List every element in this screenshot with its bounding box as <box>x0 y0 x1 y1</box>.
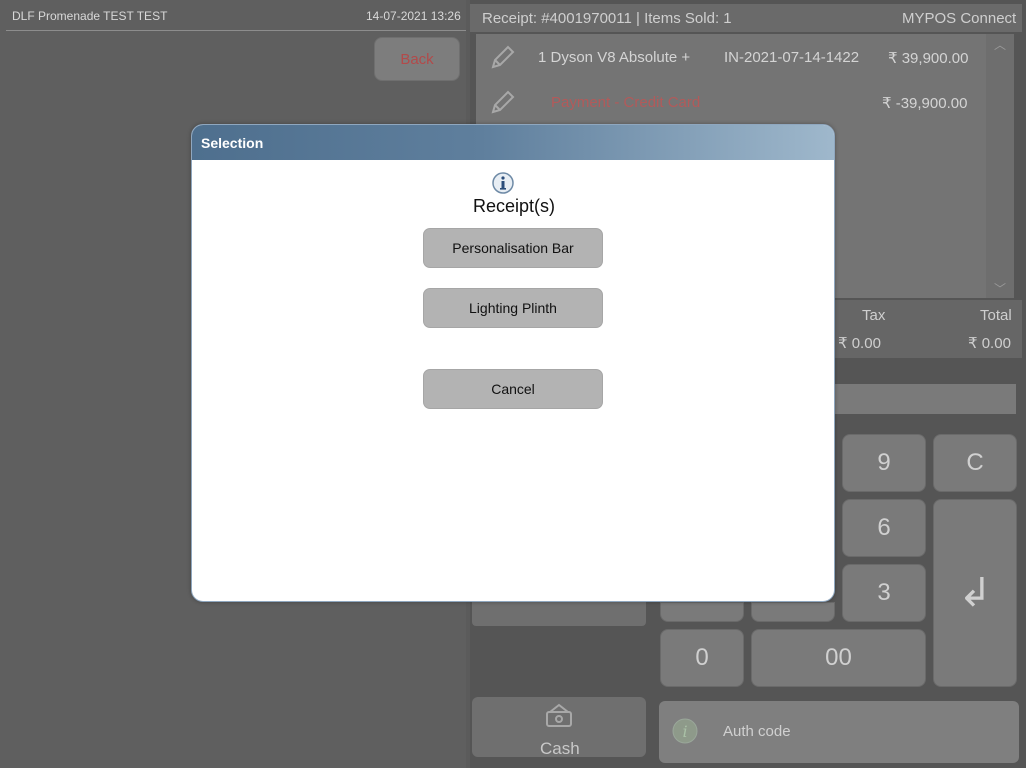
key-00[interactable]: 00 <box>751 629 926 687</box>
tax-label: Tax <box>862 307 886 324</box>
scroll-down-icon[interactable]: ﹀ <box>986 280 1014 297</box>
svg-text:i: i <box>682 722 687 741</box>
divider <box>6 30 466 31</box>
receipt-line[interactable]: 1 Dyson V8 Absolute + IN-2021-07-14-1422… <box>476 36 986 80</box>
line-amount: ₹ -39,900.00 <box>882 95 968 112</box>
option-lighting-plinth-button[interactable]: Lighting Plinth <box>423 288 603 328</box>
auth-code-placeholder: Auth code <box>723 723 791 740</box>
datetime: 14-07-2021 13:26 <box>366 9 461 23</box>
line-code: IN-2021-07-14-1422 <box>724 49 860 66</box>
cash-button[interactable]: Cash <box>472 697 646 758</box>
line-amount: ₹ 39,900.00 <box>888 50 969 67</box>
dialog-heading: Receipt(s) <box>472 196 556 216</box>
line-description: 1 Dyson V8 Absolute + <box>538 49 691 66</box>
key-clear[interactable]: C <box>933 434 1017 492</box>
cancel-button[interactable]: Cancel <box>423 369 603 409</box>
brand-label: MYPOS Connect <box>902 10 1017 27</box>
info-icon <box>492 172 514 194</box>
payment-description: Payment - Credit Card <box>551 94 701 111</box>
cash-label: Cash <box>540 739 580 758</box>
store-name: DLF Promenade TEST TEST <box>12 9 168 23</box>
key-1[interactable] <box>660 602 744 622</box>
option-personalisation-bar-button[interactable]: Personalisation Bar <box>423 228 603 268</box>
amount-input[interactable] <box>830 384 1016 414</box>
receipt-line[interactable]: Payment - Credit Card ₹ -39,900.00 <box>476 81 986 125</box>
tax-value: ₹ 0.00 <box>838 335 881 352</box>
cash-icon <box>544 703 574 729</box>
selection-dialog: Selection Receipt(s) Personalisation Bar… <box>191 124 835 602</box>
key-0[interactable]: 0 <box>660 629 744 687</box>
dialog-title-bar: Selection <box>192 125 834 160</box>
total-label: Total <box>980 307 1012 324</box>
back-button[interactable]: Back <box>374 37 460 81</box>
edit-pencil-icon[interactable] <box>486 40 520 74</box>
info-icon: i <box>671 717 699 745</box>
key-6[interactable]: 6 <box>842 499 926 557</box>
total-value: ₹ 0.00 <box>968 335 1011 352</box>
receipt-scrollbar[interactable]: ︿ ﹀ <box>986 34 1014 298</box>
scroll-up-icon[interactable]: ︿ <box>986 36 1014 53</box>
auth-code-field[interactable]: i Auth code <box>659 701 1019 763</box>
dialog-title: Selection <box>201 135 264 151</box>
key-2[interactable] <box>751 602 835 622</box>
receipt-number: Receipt: #4001970011 | Items Sold: 1 <box>482 10 732 27</box>
edit-pencil-icon[interactable] <box>486 85 520 119</box>
key-9[interactable]: 9 <box>842 434 926 492</box>
key-3[interactable]: 3 <box>842 564 926 622</box>
enter-key[interactable]: ↲ <box>933 499 1017 687</box>
